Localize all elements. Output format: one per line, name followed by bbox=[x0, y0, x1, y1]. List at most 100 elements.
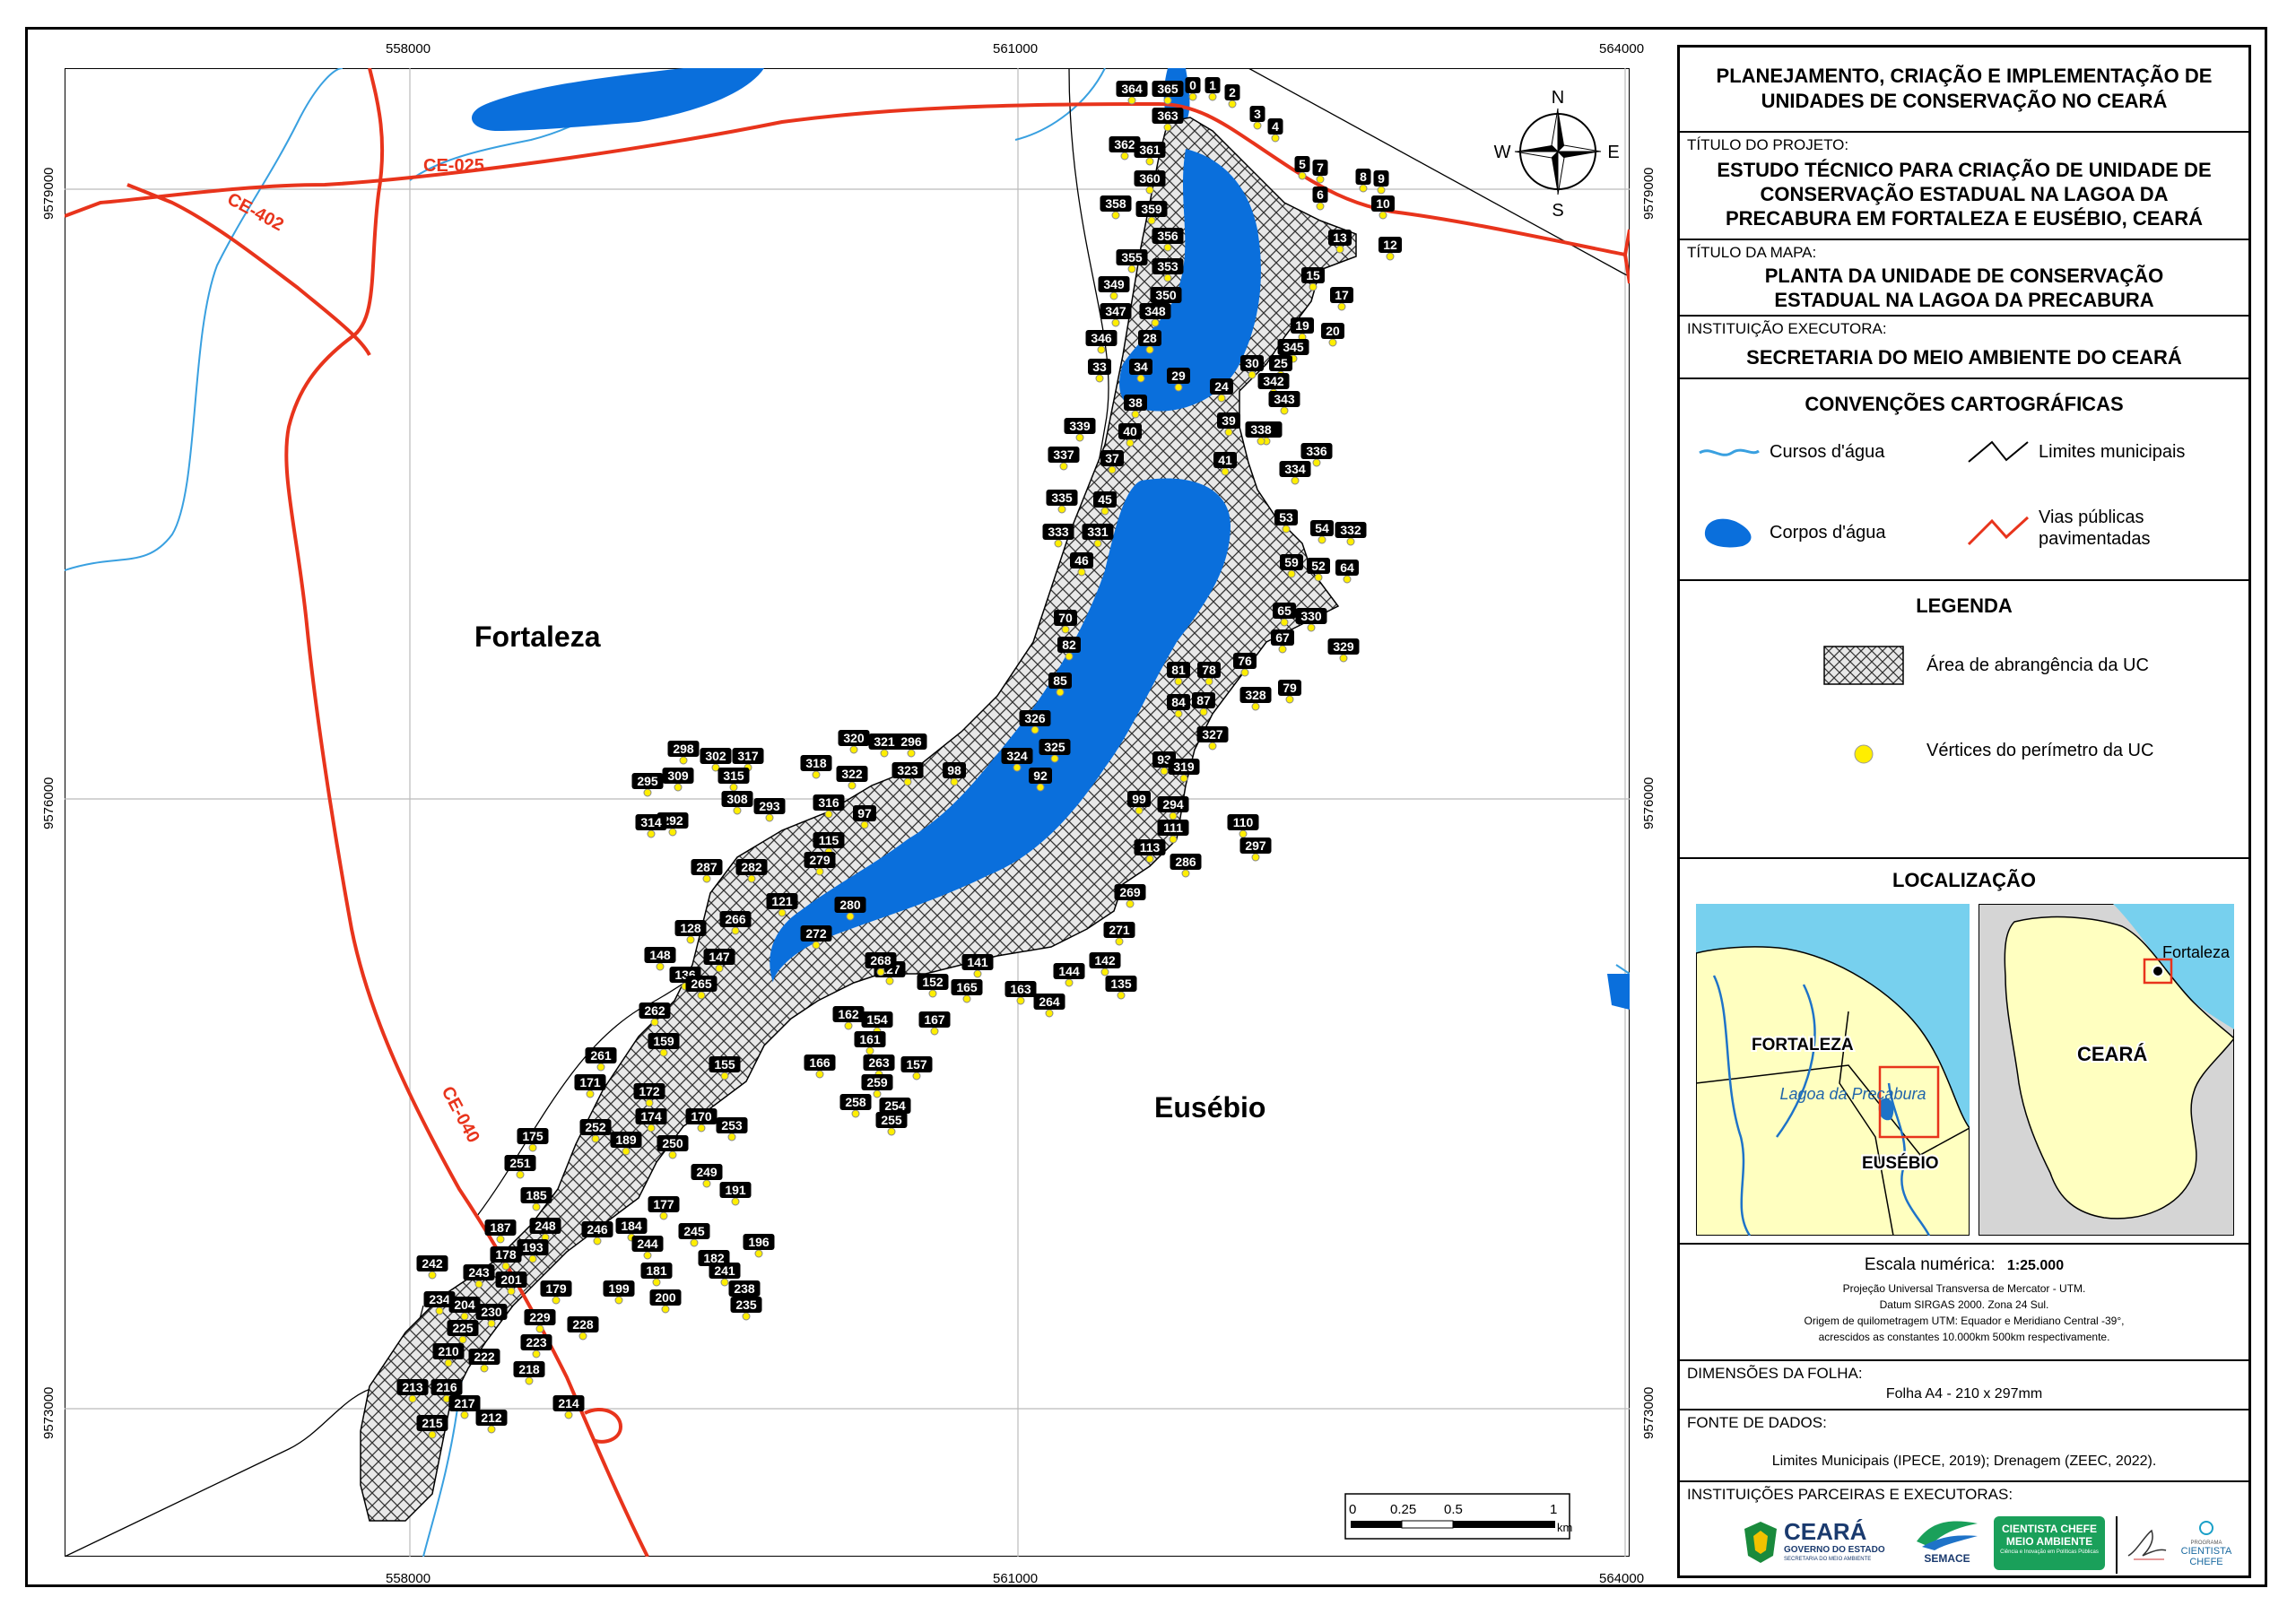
vertex-label: 259 bbox=[866, 1075, 888, 1089]
coord-right-2: 9576000 bbox=[1641, 777, 1657, 829]
stream-label: Cursos d'água bbox=[1770, 442, 1885, 462]
vertex-point bbox=[865, 1046, 874, 1055]
vertex-point bbox=[1314, 573, 1323, 582]
institution-label: INSTITUIÇÃO EXECUTORA: bbox=[1687, 320, 1887, 337]
vertex-point bbox=[596, 1063, 605, 1072]
vertex-label: 302 bbox=[705, 749, 726, 763]
vertex-point bbox=[656, 962, 665, 971]
vertex-point bbox=[824, 810, 833, 819]
legend-title: LEGENDA bbox=[1916, 595, 2013, 617]
vertex-label: 234 bbox=[429, 1292, 450, 1306]
vertex-point bbox=[1126, 899, 1135, 908]
vertex-label: 115 bbox=[819, 833, 839, 847]
vertex-point bbox=[1298, 171, 1307, 180]
vertex-point bbox=[1065, 978, 1074, 987]
vertex-label: 329 bbox=[1333, 639, 1354, 654]
inset-label-lagoa: Lagoa da Precabura bbox=[1779, 1085, 1926, 1103]
coord-right-3: 9573000 bbox=[1641, 1386, 1657, 1439]
vertex-point bbox=[1100, 968, 1109, 976]
vertex-label: 254 bbox=[884, 1098, 906, 1113]
vertex-point bbox=[1386, 252, 1395, 261]
scale-1: 1 bbox=[1550, 1502, 1557, 1517]
vertex-label: 338 bbox=[1250, 422, 1272, 437]
vertex-point bbox=[1145, 157, 1154, 166]
vertex-label: 348 bbox=[1144, 304, 1166, 318]
coord-bottom-3: 564000 bbox=[1599, 1571, 1645, 1586]
vertex-label: 261 bbox=[590, 1048, 612, 1063]
vertex-point bbox=[1145, 855, 1154, 864]
vertex-label: 10 bbox=[1376, 196, 1390, 211]
vertex-label: 6 bbox=[1317, 187, 1324, 202]
vertex-point bbox=[1120, 152, 1129, 161]
map-title: PLANTA DA UNIDADE DE CONSERVAÇÃO ESTADUA… bbox=[1764, 265, 2164, 311]
vertex-label: 187 bbox=[490, 1220, 511, 1235]
vertex-point bbox=[552, 1296, 561, 1305]
vertex-label: 296 bbox=[900, 734, 922, 749]
vertex-point bbox=[647, 1124, 656, 1133]
vertex-point bbox=[1378, 211, 1387, 220]
vertex-point bbox=[578, 1332, 587, 1341]
vertex-label: 264 bbox=[1039, 994, 1060, 1009]
municipal-limit-symbol bbox=[1968, 440, 2029, 463]
vertex-point bbox=[622, 1147, 631, 1156]
vertex-label: 295 bbox=[637, 774, 658, 788]
projection-note-1: Projeção Universal Transversa de Mercato… bbox=[1842, 1282, 2086, 1295]
vertex-label: 235 bbox=[735, 1298, 757, 1312]
vertex-point bbox=[668, 828, 677, 837]
vertex-point bbox=[1160, 767, 1169, 776]
vertex-label: 5 bbox=[1299, 157, 1306, 171]
vertex-point bbox=[903, 777, 912, 786]
vertex-label: 317 bbox=[737, 749, 759, 763]
vertex-label: 85 bbox=[1053, 673, 1067, 688]
ceara-logo-subtitle: GOVERNO DO ESTADO bbox=[1784, 1545, 1885, 1555]
vertex-point bbox=[1147, 216, 1156, 225]
vertex-point bbox=[643, 788, 652, 797]
vertex-point bbox=[1163, 273, 1172, 282]
vertex-label: 345 bbox=[1283, 340, 1304, 354]
vertex-label: 53 bbox=[1279, 510, 1293, 525]
vertex-label: 343 bbox=[1274, 392, 1295, 406]
vertex-point bbox=[516, 1170, 525, 1179]
vertex-point bbox=[659, 1048, 668, 1057]
vertex-point bbox=[1328, 338, 1337, 347]
vertex-point bbox=[1205, 677, 1213, 686]
vertex-label: 45 bbox=[1098, 492, 1112, 507]
vertex-point bbox=[1036, 783, 1045, 792]
vertex-label: 353 bbox=[1157, 259, 1178, 273]
vertex-point bbox=[1109, 291, 1118, 300]
vertex-label: 25 bbox=[1274, 356, 1288, 370]
projection-note-4: acrescidos as constantes 10.000km 500km … bbox=[1818, 1331, 2110, 1343]
coord-bottom-1: 558000 bbox=[386, 1571, 431, 1586]
coord-top-2: 561000 bbox=[993, 41, 1039, 56]
vertex-point bbox=[507, 1287, 516, 1296]
vertex-point bbox=[1217, 394, 1226, 403]
vertex-label: 334 bbox=[1284, 462, 1306, 476]
vertex-label: 218 bbox=[518, 1362, 540, 1376]
vertex-point bbox=[1045, 1009, 1054, 1018]
vertex-point bbox=[1127, 96, 1136, 105]
vertex-label: 223 bbox=[526, 1335, 547, 1350]
vertex-point bbox=[1135, 806, 1144, 815]
vertex-point bbox=[1050, 754, 1059, 763]
vertex-point bbox=[679, 756, 688, 765]
vertex-label: 15 bbox=[1306, 268, 1320, 282]
vertex-point bbox=[1318, 535, 1326, 544]
vertex-point bbox=[812, 770, 821, 779]
vertex-point bbox=[1097, 345, 1106, 354]
vertex-label: 360 bbox=[1139, 171, 1161, 186]
vertex-point bbox=[1278, 645, 1287, 654]
vertex-label: 81 bbox=[1171, 663, 1186, 677]
sheet-label: DIMENSÕES DA FOLHA: bbox=[1687, 1365, 1863, 1382]
vertex-label: 315 bbox=[723, 768, 744, 783]
vertex-label: 1 bbox=[1209, 78, 1216, 92]
vertex-point bbox=[643, 1251, 652, 1260]
vertex-point bbox=[1056, 688, 1065, 697]
vertex-label: 24 bbox=[1214, 379, 1229, 394]
vertex-label: 266 bbox=[725, 912, 746, 926]
vertex-label: 20 bbox=[1326, 324, 1340, 338]
vertex-label: 179 bbox=[545, 1281, 567, 1296]
vertex-label: 181 bbox=[646, 1263, 667, 1278]
vertex-point bbox=[496, 1235, 505, 1244]
vertex-point bbox=[731, 1197, 740, 1206]
project-title-section: TÍTULO DO PROJETO: ESTUDO TÉCNICO PARA C… bbox=[1680, 133, 2248, 240]
